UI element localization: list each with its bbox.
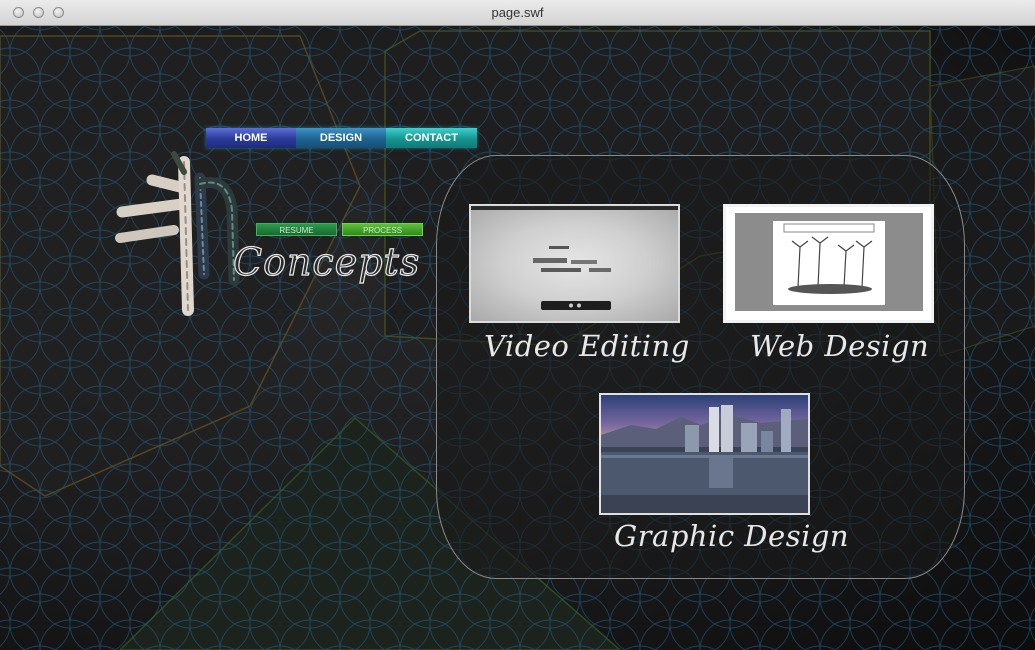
nav-home-button[interactable]: HOME bbox=[206, 128, 296, 148]
flash-stage: HOME DESIGN CONTACT Concepts RESUME PROC… bbox=[0, 26, 1035, 650]
city-skyline-thumbnail-icon bbox=[601, 395, 808, 513]
video-editing-thumbnail[interactable] bbox=[469, 204, 680, 323]
resume-button[interactable]: RESUME bbox=[256, 223, 337, 236]
web-design-label[interactable]: Web Design bbox=[750, 329, 929, 363]
video-player-thumbnail-icon bbox=[533, 246, 611, 310]
logo-wordmark: Concepts bbox=[232, 239, 421, 284]
window-title: page.swf bbox=[491, 5, 544, 20]
logo-emblem-icon bbox=[115, 151, 240, 316]
main-navigation: HOME DESIGN CONTACT bbox=[206, 128, 477, 148]
graphic-design-label[interactable]: Graphic Design bbox=[614, 519, 849, 553]
process-button[interactable]: PROCESS bbox=[342, 223, 423, 236]
app-window: page.swf HOME DESIGN CONTACT Concepts RE… bbox=[0, 0, 1035, 650]
title-bar: page.swf bbox=[0, 0, 1035, 26]
video-editing-label[interactable]: Video Editing bbox=[484, 329, 690, 363]
nav-contact-button[interactable]: CONTACT bbox=[386, 128, 477, 148]
video-player-topbar bbox=[471, 206, 678, 210]
web-design-thumbnail[interactable] bbox=[723, 204, 934, 323]
web-page-thumbnail-icon bbox=[726, 207, 931, 320]
nav-design-button[interactable]: DESIGN bbox=[296, 128, 386, 148]
graphic-design-thumbnail[interactable] bbox=[599, 393, 810, 515]
